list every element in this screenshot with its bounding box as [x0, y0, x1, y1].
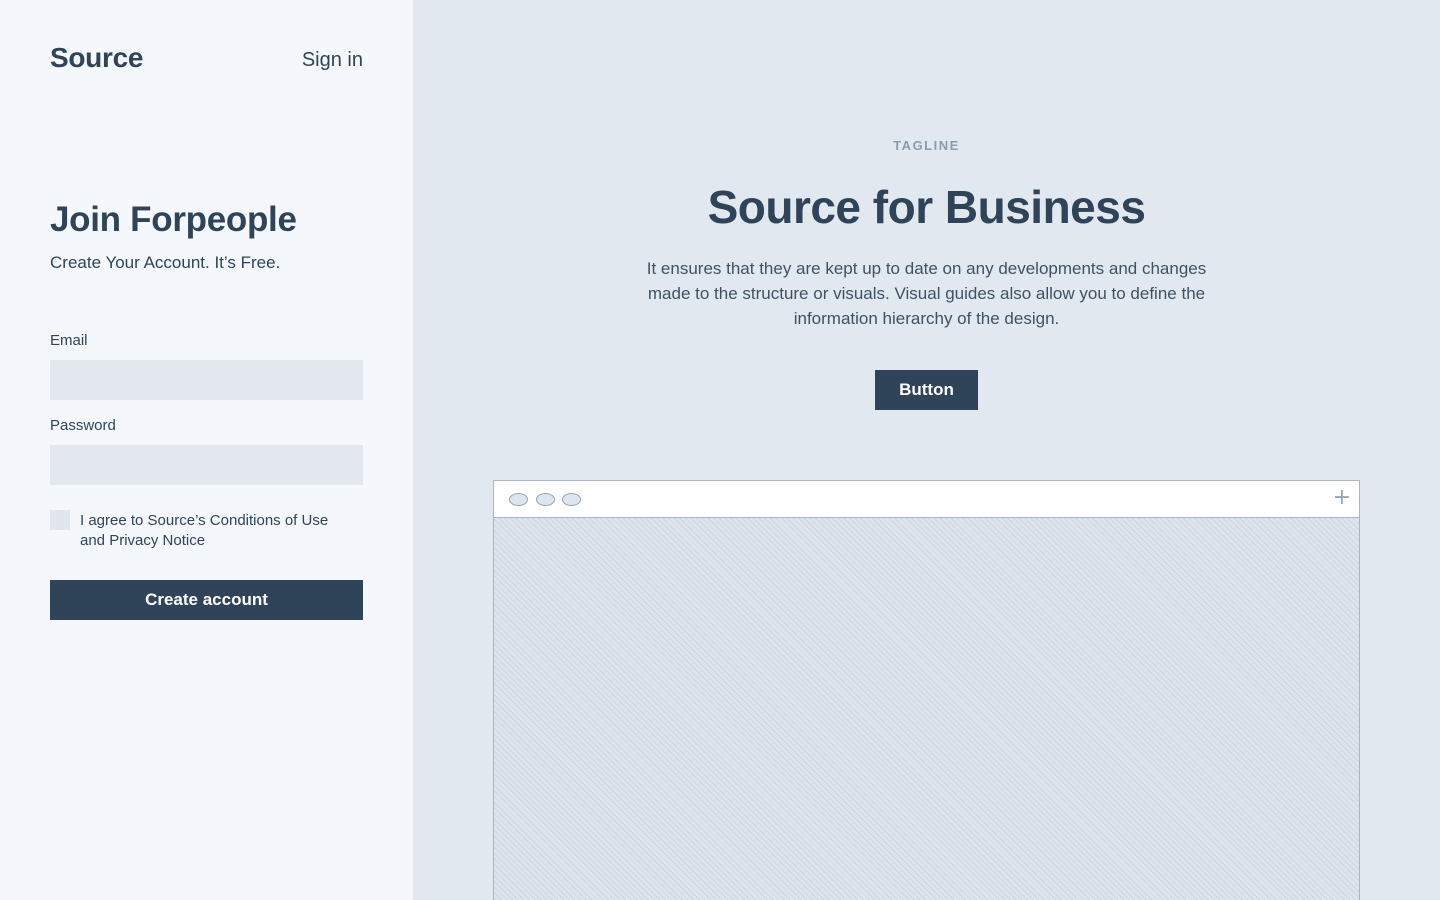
email-field[interactable] — [50, 360, 363, 400]
hero-tagline: TAGLINE — [893, 138, 960, 153]
signup-subtitle: Create Your Account. It’s Free. — [50, 253, 281, 272]
hero-description: It ensures that they are kept up to date… — [646, 259, 1207, 328]
window-minimize-dot-icon — [536, 493, 555, 506]
hero-button[interactable]: Button — [875, 370, 978, 410]
agree-label: I agree to Source’s Conditions of Use an… — [80, 512, 329, 549]
sign-in-link[interactable]: Sign in — [302, 49, 363, 72]
brand-logo[interactable]: Source — [50, 42, 143, 74]
plus-icon[interactable]: + — [1333, 487, 1351, 509]
page: Source Sign in Join Forpeople Create You… — [0, 0, 1440, 900]
create-account-button[interactable]: Create account — [50, 580, 363, 620]
browser-mockup: + — [493, 480, 1360, 900]
window-close-dot-icon — [509, 493, 528, 506]
signup-title: Join Forpeople — [50, 200, 297, 239]
agree-checkbox[interactable] — [50, 510, 70, 530]
hero-title: Source for Business — [707, 181, 1146, 233]
password-field[interactable] — [50, 445, 363, 485]
email-label: Email — [50, 332, 88, 349]
browser-content-placeholder — [494, 518, 1359, 900]
signup-panel: Source Sign in Join Forpeople Create You… — [0, 0, 413, 900]
browser-toolbar: + — [494, 481, 1359, 518]
hero-panel: TAGLINE Source for Business It ensures t… — [413, 0, 1440, 900]
window-maximize-dot-icon — [562, 493, 581, 506]
password-label: Password — [50, 417, 116, 434]
